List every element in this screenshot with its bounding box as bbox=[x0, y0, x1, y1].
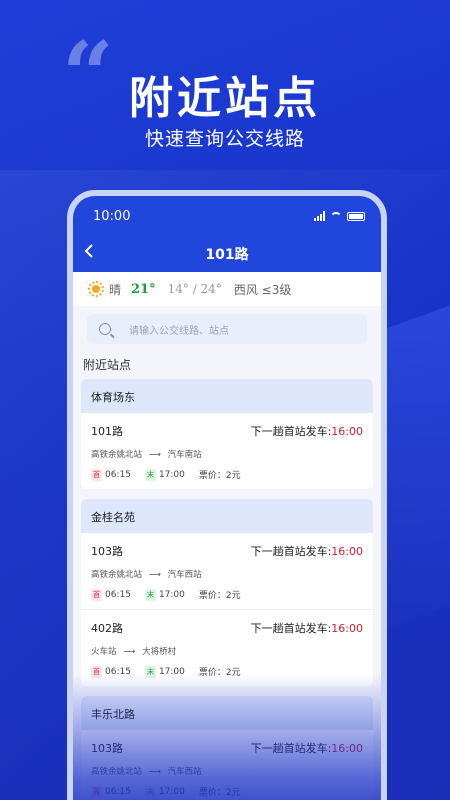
fare: 票价：2元 bbox=[198, 591, 241, 601]
fare: 票价：2元 bbox=[198, 471, 241, 481]
search-icon bbox=[99, 323, 111, 335]
weather-condition: 晴 bbox=[109, 282, 122, 297]
page-title: 101路 bbox=[205, 247, 249, 263]
route-item[interactable]: 101路 下一趟首站发车:16:00 高铁余姚北站 ⟶ 汽车南站 首 06:15… bbox=[81, 413, 373, 489]
status-bar: 10:00 bbox=[73, 196, 381, 236]
route-from: 高铁余姚北站 bbox=[91, 450, 143, 460]
stop-group: 体育场东 101路 下一趟首站发车:16:00 高铁余姚北站 ⟶ 汽车南站 首 … bbox=[81, 379, 373, 489]
stop-name[interactable]: 体育场东 bbox=[81, 379, 373, 413]
route-to: 汽车南站 bbox=[167, 450, 202, 460]
search-placeholder[interactable]: 请输入公交线路、站点 bbox=[129, 322, 229, 337]
weather-bar: 晴 21° 14° / 24° 西风 ≤3级 bbox=[73, 272, 381, 306]
bottom-fade-overlay bbox=[73, 674, 381, 800]
next-departure: 下一趟首站发车:16:00 bbox=[251, 423, 363, 439]
first-bus-time: 06:15 bbox=[105, 589, 131, 600]
departure-time: 16:00 bbox=[331, 545, 363, 558]
route-name: 101路 bbox=[91, 425, 123, 438]
phone-frame: 10:00 101路 晴 21° 14° / 24° 西风 ≤3级 请输入公交线… bbox=[67, 190, 387, 800]
sun-icon bbox=[87, 280, 105, 298]
departure-label: 下一趟首站发车: bbox=[250, 622, 332, 635]
arrow-icon: ⟶ bbox=[148, 570, 161, 580]
route-direction: 火车站 ⟶ 大将桥村 bbox=[91, 645, 363, 657]
route-direction: 高铁余姚北站 ⟶ 汽车西站 bbox=[91, 568, 363, 580]
stop-name[interactable]: 金桂名苑 bbox=[81, 499, 373, 533]
nav-bar: 101路 bbox=[73, 236, 381, 272]
battery-icon bbox=[347, 211, 365, 221]
route-to: 汽车西站 bbox=[167, 570, 202, 580]
route-name: 103路 bbox=[91, 545, 123, 558]
weather-wind: 西风 ≤3级 bbox=[233, 282, 292, 297]
route-name: 402路 bbox=[91, 622, 123, 635]
arrow-icon: ⟶ bbox=[123, 647, 136, 657]
next-departure: 下一趟首站发车:16:00 bbox=[251, 543, 363, 559]
promo-headline: 附近站点 bbox=[129, 73, 321, 124]
departure-time: 16:00 bbox=[331, 425, 363, 438]
route-direction: 高铁余姚北站 ⟶ 汽车南站 bbox=[91, 448, 363, 460]
last-bus-time: 17:00 bbox=[158, 469, 185, 480]
departure-time: 16:00 bbox=[331, 622, 363, 635]
route-to: 大将桥村 bbox=[142, 647, 177, 657]
first-bus-time: 06:15 bbox=[105, 469, 131, 480]
route-from: 火车站 bbox=[91, 647, 117, 657]
section-title: 附近站点 bbox=[83, 358, 132, 372]
last-bus-badge: 末 bbox=[144, 468, 156, 481]
back-icon[interactable] bbox=[83, 243, 103, 264]
last-bus-badge: 末 bbox=[144, 588, 156, 601]
first-bus-badge: 首 bbox=[91, 468, 102, 481]
status-time: 10:00 bbox=[93, 208, 131, 224]
route-item[interactable]: 103路 下一趟首站发车:16:00 高铁余姚北站 ⟶ 汽车西站 首 06:15… bbox=[81, 533, 373, 610]
route-schedule: 首 06:15 末 17:00 票价：2元 bbox=[91, 468, 363, 481]
next-departure: 下一趟首站发车:16:00 bbox=[251, 620, 363, 636]
first-bus-badge: 首 bbox=[91, 588, 102, 601]
arrow-icon: ⟶ bbox=[148, 450, 161, 460]
route-from: 高铁余姚北站 bbox=[91, 570, 143, 580]
weather-range: 14° / 24° bbox=[167, 282, 222, 296]
stop-group: 金桂名苑 103路 下一趟首站发车:16:00 高铁余姚北站 ⟶ 汽车西站 首 … bbox=[81, 499, 373, 686]
departure-label: 下一趟首站发车: bbox=[250, 545, 332, 558]
last-bus-time: 17:00 bbox=[158, 589, 185, 600]
route-schedule: 首 06:15 末 17:00 票价：2元 bbox=[91, 588, 363, 601]
departure-label: 下一趟首站发车: bbox=[250, 425, 332, 438]
promo-subline: 快速查询公交线路 bbox=[144, 128, 305, 150]
wifi-icon bbox=[330, 211, 342, 221]
signal-icon bbox=[314, 211, 325, 221]
weather-temp: 21° bbox=[131, 281, 156, 297]
search-bar[interactable]: 请输入公交线路、站点 bbox=[87, 314, 367, 344]
